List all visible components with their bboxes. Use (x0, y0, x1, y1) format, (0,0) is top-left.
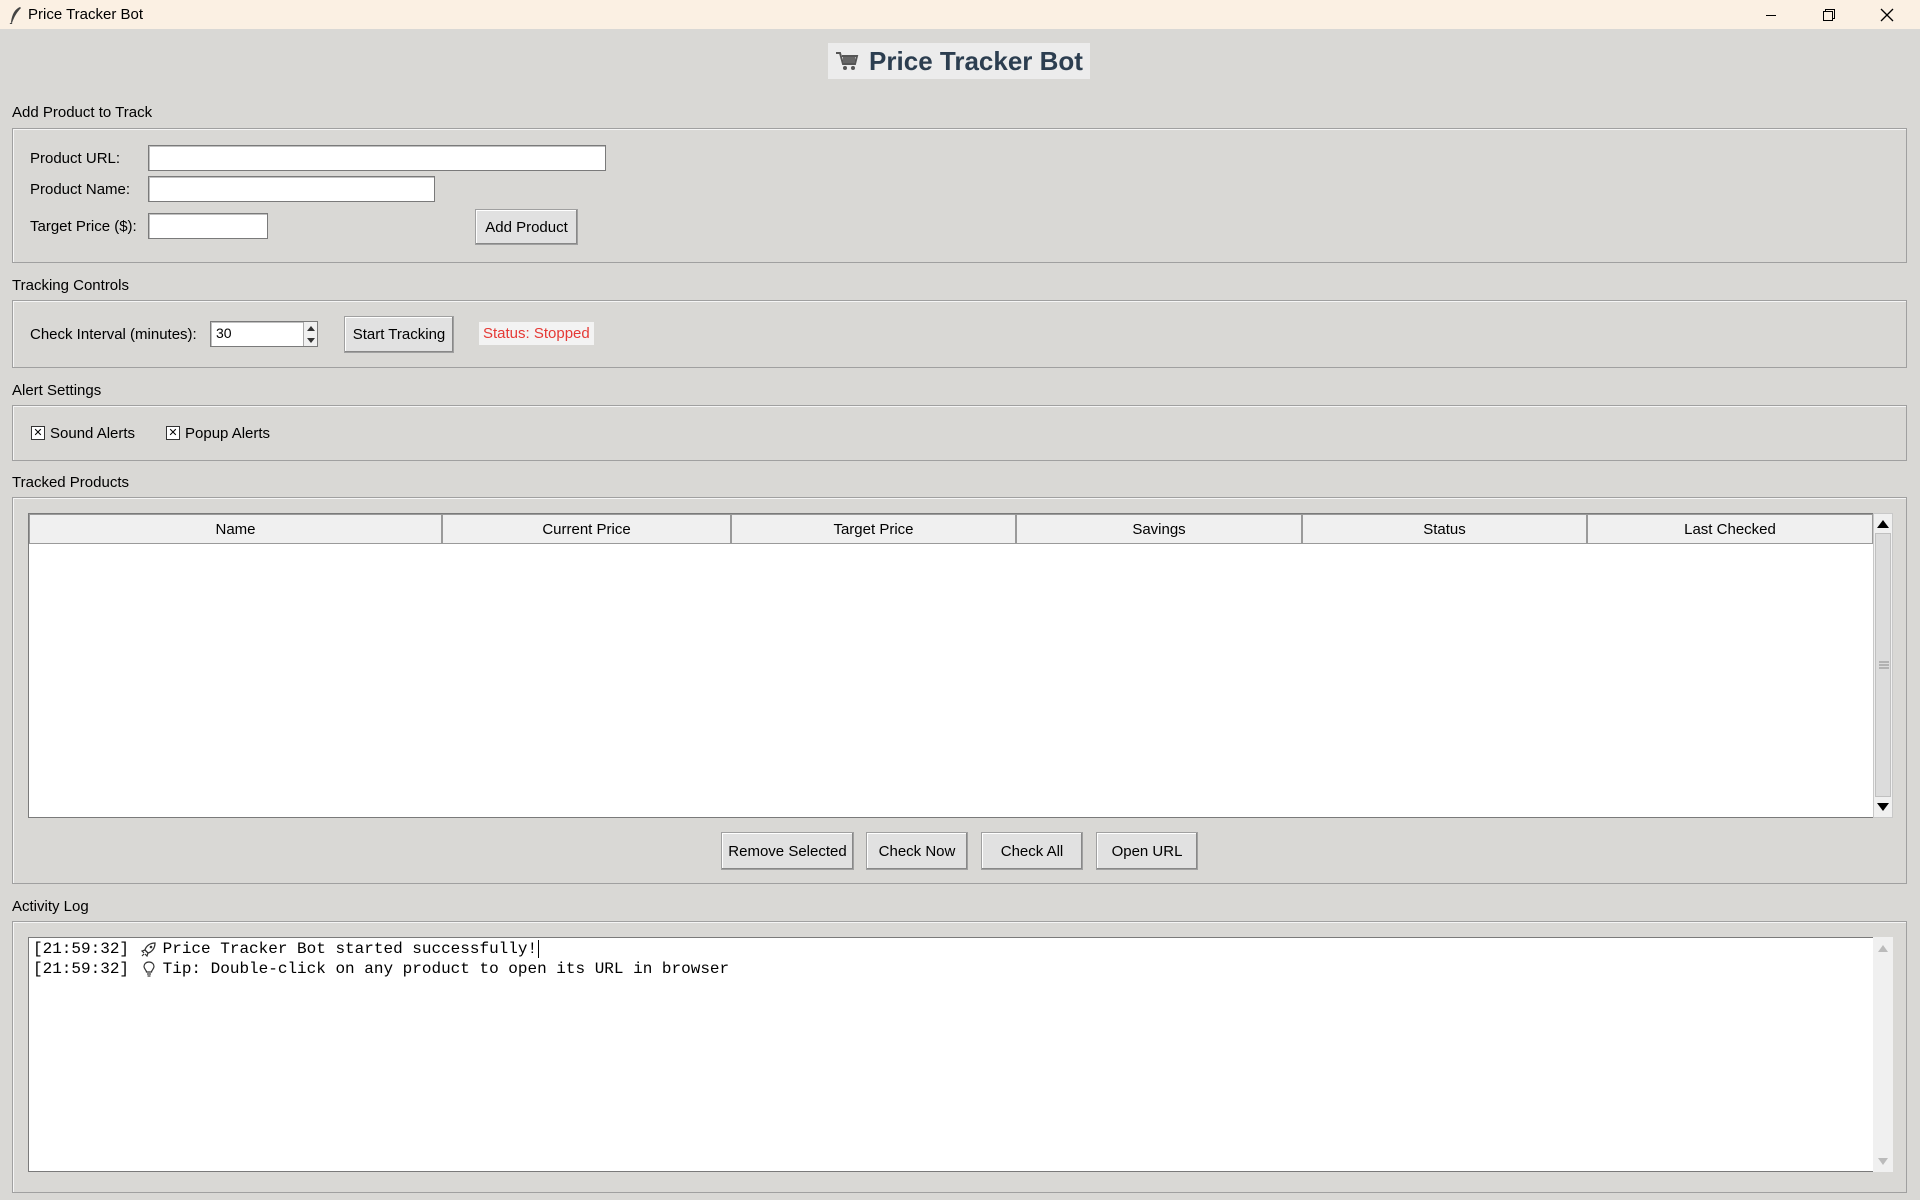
close-icon (1880, 8, 1894, 21)
log-message: Tip: Double-click on any product to open… (162, 960, 730, 978)
log-time: [21:59:32] (33, 960, 130, 978)
popup-alerts-label[interactable]: Popup Alerts (185, 425, 270, 442)
scroll-thumb[interactable] (1875, 533, 1891, 797)
column-header-status[interactable]: Status (1302, 514, 1587, 544)
column-header-target-price[interactable]: Target Price (731, 514, 1016, 544)
products-table[interactable]: Name Current Price Target Price Savings … (28, 513, 1874, 818)
spin-down-icon[interactable] (304, 334, 317, 346)
tracking-status-label: Status: Stopped (479, 322, 594, 345)
scroll-grip-icon (1879, 661, 1889, 669)
popup-alerts-checkbox[interactable]: ✕ (166, 426, 180, 440)
feather-app-icon (6, 5, 26, 25)
log-message: Price Tracker Bot started successfully! (162, 940, 538, 958)
check-all-button[interactable]: Check All (981, 832, 1083, 870)
rocket-icon (139, 941, 159, 957)
sound-alerts-checkbox[interactable]: ✕ (31, 426, 45, 440)
column-header-savings[interactable]: Savings (1016, 514, 1302, 544)
product-name-input[interactable] (148, 176, 435, 202)
target-price-input[interactable] (148, 213, 268, 239)
page-title: Price Tracker Bot (828, 43, 1090, 79)
sound-alerts-label[interactable]: Sound Alerts (50, 425, 135, 442)
product-url-input[interactable] (148, 145, 606, 171)
minimize-icon (1766, 14, 1776, 16)
start-tracking-button[interactable]: Start Tracking (344, 316, 454, 353)
activity-log-text[interactable]: [21:59:32] Price Tracker Bot started suc… (28, 937, 1874, 1172)
shopping-cart-icon (835, 50, 859, 72)
column-header-current-price[interactable]: Current Price (442, 514, 731, 544)
column-header-last-checked[interactable]: Last Checked (1587, 514, 1873, 544)
window-titlebar: Price Tracker Bot (0, 0, 1920, 29)
check-interval-spinbox[interactable]: 30 (210, 321, 318, 347)
add-product-group-label: Add Product to Track (12, 104, 153, 121)
check-interval-value: 30 (216, 325, 232, 341)
log-scroll-down-icon[interactable] (1873, 1154, 1893, 1168)
window-title: Price Tracker Bot (28, 6, 144, 23)
open-url-button[interactable]: Open URL (1096, 832, 1198, 870)
spin-up-icon[interactable] (304, 322, 317, 334)
check-now-button[interactable]: Check Now (866, 832, 968, 870)
alert-settings-group-label: Alert Settings (12, 382, 102, 399)
log-time: [21:59:32] (33, 940, 130, 958)
remove-selected-button[interactable]: Remove Selected (721, 832, 854, 870)
products-scrollbar[interactable] (1873, 513, 1893, 818)
tracked-products-group-label: Tracked Products (12, 474, 129, 491)
lightbulb-icon (139, 961, 159, 977)
log-line: [21:59:32] Tip: Double-click on any prod… (33, 960, 729, 978)
product-url-label: Product URL: (30, 150, 121, 167)
log-scroll-up-icon[interactable] (1873, 941, 1893, 955)
spinbox-arrows (303, 322, 317, 346)
target-price-label: Target Price ($): (30, 218, 137, 235)
restore-button[interactable] (1800, 0, 1858, 29)
scroll-down-icon[interactable] (1874, 799, 1892, 815)
scroll-up-icon[interactable] (1874, 516, 1892, 532)
log-scrollbar[interactable] (1873, 937, 1893, 1172)
close-button[interactable] (1858, 0, 1916, 29)
log-line: [21:59:32] Price Tracker Bot started suc… (33, 940, 540, 958)
product-name-label: Product Name: (30, 181, 131, 198)
activity-log-group-label: Activity Log (12, 898, 89, 915)
text-cursor (538, 940, 540, 958)
restore-icon (1823, 8, 1835, 21)
page-title-text: Price Tracker Bot (869, 45, 1083, 76)
alert-settings-group (12, 405, 1907, 461)
minimize-button[interactable] (1742, 0, 1800, 29)
column-header-name[interactable]: Name (29, 514, 442, 544)
check-interval-label: Check Interval (minutes): (30, 326, 197, 343)
tracking-controls-group-label: Tracking Controls (12, 277, 129, 294)
add-product-button[interactable]: Add Product (475, 209, 578, 245)
